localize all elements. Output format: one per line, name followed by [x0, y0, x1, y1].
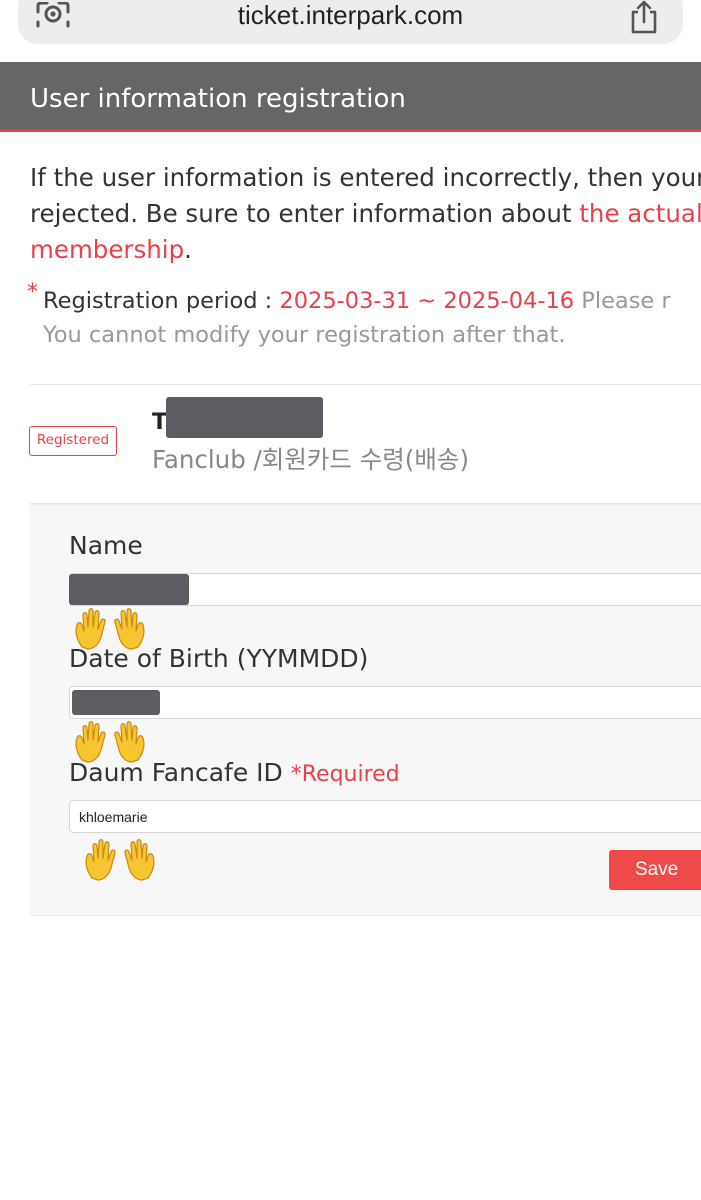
status-badge: Registered: [29, 426, 117, 456]
member-name: T: [152, 410, 168, 435]
notice-text: If the user information is entered incor…: [30, 160, 701, 268]
page-title: User information registration: [30, 84, 406, 114]
redaction-block: [69, 574, 189, 605]
membership-type: Fanclub /회원카드 수령(배송): [152, 445, 470, 474]
share-icon[interactable]: [628, 0, 660, 34]
period-dates: 2025-03-31 ~ 2025-04-16: [279, 288, 575, 314]
redaction-block: [166, 397, 323, 438]
header-bar: User information registration: [0, 62, 701, 132]
fancafe-id-input[interactable]: [69, 800, 701, 833]
dob-label: Date of Birth (YYMMDD): [69, 644, 369, 673]
notice-line-2: rejected. Be sure to enter information a…: [30, 199, 701, 228]
divider: [30, 384, 701, 385]
notice-line-1: If the user information is entered incor…: [30, 163, 701, 192]
bullet-marker: *: [27, 280, 38, 305]
notice-line-3: membership.: [30, 235, 192, 264]
browser-toolbar: ticket.interpark.com: [0, 0, 701, 62]
name-label: Name: [69, 531, 143, 560]
save-button[interactable]: Save: [609, 850, 701, 890]
url-text[interactable]: ticket.interpark.com: [0, 0, 701, 30]
fancafe-id-label: Daum Fancafe ID *Required: [69, 758, 400, 787]
period-note: You cannot modify your registration afte…: [43, 322, 566, 348]
page: ticket.interpark.com User information re…: [0, 0, 701, 1200]
registration-period: * Registration period : 2025-03-31 ~ 202…: [27, 280, 701, 352]
redaction-block: [72, 690, 160, 715]
raising-hands-icon: [82, 838, 158, 882]
dob-input[interactable]: [69, 686, 701, 719]
required-marker: *Required: [290, 762, 400, 787]
